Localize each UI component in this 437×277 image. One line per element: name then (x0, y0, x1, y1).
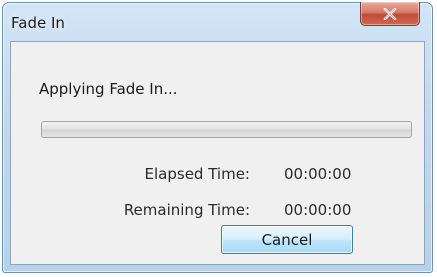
title-bar[interactable]: Fade In (3, 2, 432, 41)
status-text: Applying Fade In... (39, 80, 178, 98)
dialog-body: Applying Fade In... Elapsed Time: 00:00:… (10, 41, 425, 265)
fade-in-dialog: Fade In Applying Fade In... Elapsed Time… (2, 2, 433, 273)
remaining-time-label: Remaining Time: (123, 201, 250, 219)
cancel-button[interactable]: Cancel (221, 225, 353, 254)
elapsed-time-value: 00:00:00 (284, 165, 352, 183)
progress-bar (41, 121, 412, 138)
window-title: Fade In (11, 14, 65, 32)
close-icon (383, 7, 397, 20)
elapsed-time-label: Elapsed Time: (144, 165, 250, 183)
remaining-time-value: 00:00:00 (284, 201, 352, 219)
close-button[interactable] (360, 2, 420, 26)
